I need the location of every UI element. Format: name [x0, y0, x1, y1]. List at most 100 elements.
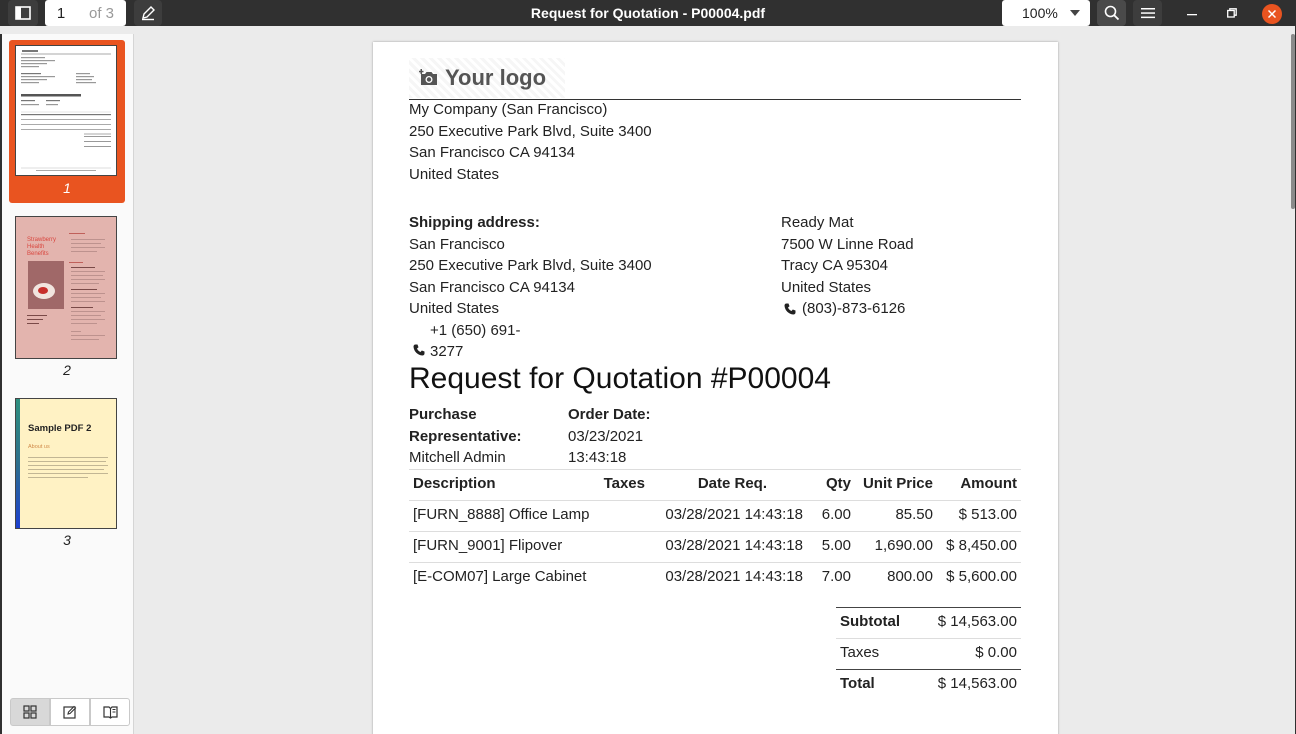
col-header-unit-price: Unit Price [862, 475, 933, 492]
row-amount: $ 8,450.00 [946, 537, 1017, 554]
shipping-country: United States [409, 300, 500, 317]
subtotal-value: $ 14,563.00 [937, 613, 1017, 630]
sidebar-icon [15, 6, 31, 20]
rfq-title: Request for Quotation #P00004 [409, 362, 831, 395]
order-date-label: Order Date: [568, 406, 651, 423]
totals-top-rule [836, 607, 1021, 608]
thumbnail-image-2: Strawberry Health Benefits [15, 216, 117, 359]
table-header-rule [409, 500, 1021, 501]
thumbnail-page-3[interactable]: Sample PDF 2 About us 3 [15, 398, 117, 553]
shipping-phone-line1: +1 (650) 691- [430, 322, 521, 339]
zoom-value: 100% [1022, 5, 1058, 21]
minimize-icon [1187, 14, 1197, 16]
menu-button[interactable] [1133, 0, 1162, 26]
total-value: $ 14,563.00 [937, 675, 1017, 692]
page-number-input[interactable]: 1 [45, 0, 77, 26]
row-qty: 7.00 [821, 568, 851, 585]
vendor-country: United States [781, 279, 872, 296]
row-date: 03/28/2021 14:43:18 [665, 506, 803, 523]
header-bar: 1 of 3 Request for Quotation - P00004.pd… [0, 0, 1296, 26]
vendor-street: 7500 W Linne Road [781, 236, 914, 253]
sidebar-view-tabs [10, 698, 130, 726]
order-date-value: 03/23/2021 [568, 428, 644, 445]
shipping-phone-line2: 3277 [430, 343, 464, 360]
thumbnail-image-3: Sample PDF 2 About us [15, 398, 117, 529]
total-label: Total [840, 675, 875, 692]
totals-total-rule [836, 669, 1021, 670]
purchase-rep-label-1: Purchase [409, 406, 477, 423]
annotate-button[interactable] [134, 0, 162, 26]
thumbnail-label-2: 2 [63, 362, 71, 378]
shipping-street: 250 Executive Park Blvd, Suite 3400 [409, 257, 652, 274]
tab-thumbnails[interactable] [10, 698, 50, 726]
close-icon [1268, 10, 1276, 18]
tab-annotations[interactable] [50, 698, 90, 726]
row-date: 03/28/2021 14:43:18 [665, 537, 803, 554]
table-top-rule [409, 469, 1021, 470]
vendor-phone: (803)-873-6126 [802, 300, 906, 317]
sidebar-toggle-button[interactable] [8, 0, 38, 26]
company-name: My Company (San Francisco) [409, 101, 608, 118]
maximize-button[interactable] [1218, 0, 1246, 26]
logo-placeholder: Your logo [409, 58, 565, 98]
row-unit-price: 85.50 [895, 506, 933, 523]
row-amount: $ 5,600.00 [946, 568, 1017, 585]
page-count-label: of 3 [77, 0, 126, 26]
row-description: [E-COM07] Large Cabinet [413, 568, 587, 585]
close-button[interactable] [1262, 4, 1282, 24]
row-unit-price: 800.00 [887, 568, 933, 585]
grid-icon [23, 705, 37, 719]
row-qty: 6.00 [821, 506, 851, 523]
row-description: [FURN_8888] Office Lamp [413, 506, 590, 523]
page-3-preview-graphic [28, 457, 108, 478]
pdf-page: Your logo My Company (San Francisco) 250… [373, 42, 1058, 734]
thumbnail-label-3: 3 [63, 532, 71, 548]
row-amount: $ 513.00 [958, 506, 1017, 523]
shipping-name: San Francisco [409, 236, 505, 253]
shipping-heading: Shipping address: [409, 214, 540, 231]
row-qty: 5.00 [821, 537, 851, 554]
phone-icon [784, 303, 796, 315]
camera-plus-icon [419, 69, 437, 85]
thumbnail-sidebar: 1 Strawberry Health Benefits 2 Sample PD… [0, 34, 134, 734]
vendor-city: Tracy CA 95304 [781, 257, 888, 274]
document-title: Request for Quotation - P00004.pdf [530, 5, 766, 21]
thumbnail-page-2[interactable]: Strawberry Health Benefits 2 [15, 216, 117, 382]
page-2-preview-graphic [27, 233, 105, 340]
minimize-button[interactable] [1178, 0, 1206, 26]
company-country: United States [409, 166, 500, 183]
vendor-name: Ready Mat [781, 214, 854, 231]
search-icon [1104, 5, 1119, 21]
zoom-select[interactable]: 100% [1002, 0, 1090, 26]
purchase-rep-value: Mitchell Admin [409, 449, 506, 466]
company-street: 250 Executive Park Blvd, Suite 3400 [409, 123, 652, 140]
row-description: [FURN_9001] Flipover [413, 537, 563, 554]
shipping-city: San Francisco CA 94134 [409, 279, 575, 296]
thumbnail-page-1[interactable]: 1 [9, 40, 125, 203]
row-divider [409, 562, 1021, 563]
logo-text: Your logo [445, 65, 547, 90]
row-date: 03/28/2021 14:43:18 [665, 568, 803, 585]
taxes-label: Taxes [840, 644, 880, 661]
pen-icon [142, 6, 155, 21]
tab-outline[interactable] [90, 698, 130, 726]
col-header-date: Date Req. [697, 475, 767, 492]
col-header-description: Description [413, 475, 496, 492]
phone-icon [413, 344, 425, 356]
subtotal-label: Subtotal [840, 613, 900, 630]
restore-icon [1227, 8, 1237, 18]
book-icon [102, 706, 118, 719]
edit-icon [63, 705, 77, 719]
company-city: San Francisco CA 94134 [409, 144, 575, 161]
totals-divider [836, 638, 1021, 639]
taxes-value: $ 0.00 [975, 644, 1017, 661]
purchase-rep-label-2: Representative: [409, 428, 522, 445]
col-header-taxes: Taxes [603, 475, 645, 492]
col-header-amount: Amount [960, 475, 1017, 492]
row-unit-price: 1,690.00 [874, 537, 933, 554]
page-preview-graphic [21, 50, 111, 171]
search-button[interactable] [1097, 0, 1126, 26]
thumbnail-label-1: 1 [63, 180, 71, 196]
row-divider [409, 531, 1021, 532]
hamburger-icon [1140, 8, 1155, 19]
